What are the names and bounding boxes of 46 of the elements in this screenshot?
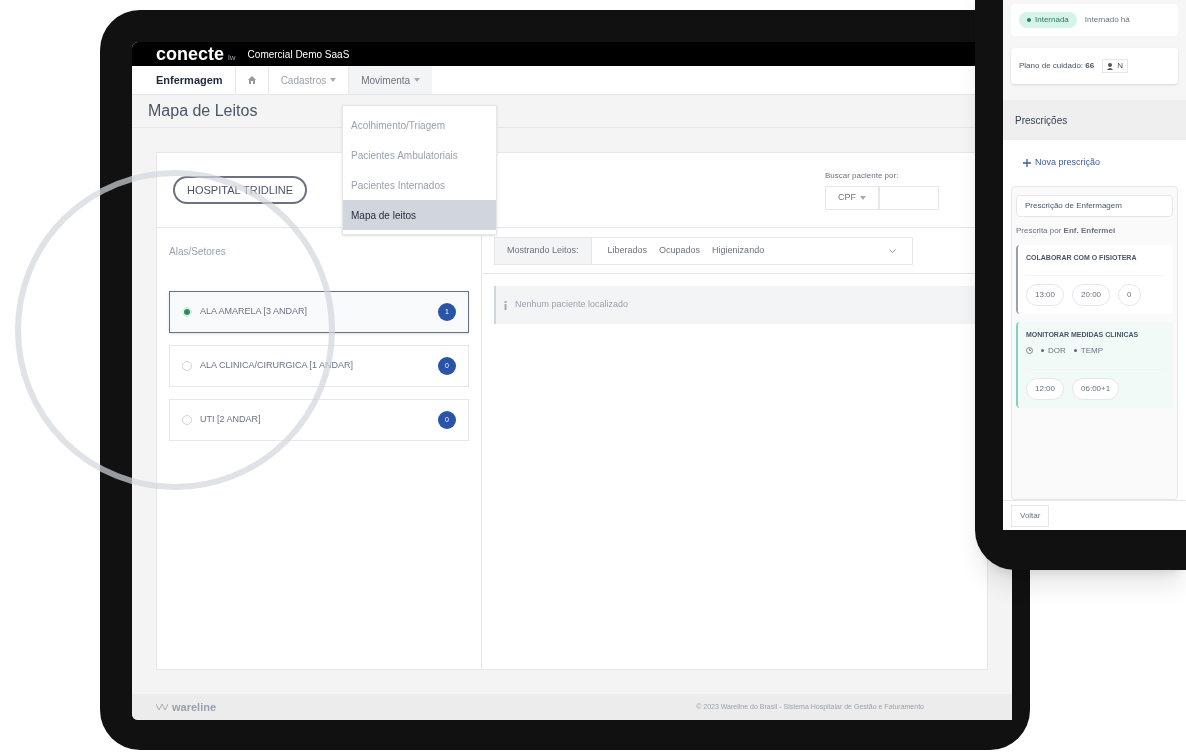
- time-chip[interactable]: 12:00: [1026, 377, 1065, 400]
- new-prescription-button[interactable]: Nova prescrição: [1023, 156, 1101, 170]
- plus-icon: [1023, 158, 1031, 167]
- time-chip[interactable]: 13:00: [1026, 284, 1065, 306]
- footer-logo: wareline: [172, 699, 217, 715]
- prescription-title: Prescrição de Enfermagem: [1016, 194, 1173, 217]
- module-title: Enfermagem: [155, 72, 224, 88]
- person-icon: [1107, 62, 1114, 70]
- bullet-icon: [1073, 349, 1077, 352]
- company-name: Comercial Demo SaaS: [247, 47, 350, 62]
- caret-icon: [414, 78, 421, 82]
- menu-item[interactable]: Pacientes Ambulatoriais: [343, 140, 496, 170]
- admission-text: Internado há: [1084, 14, 1130, 26]
- back-button[interactable]: Voltar: [1011, 504, 1050, 527]
- search-type-select[interactable]: CPF: [825, 186, 879, 210]
- app-logo: conecte: [156, 42, 225, 66]
- bullet-icon: [1041, 349, 1044, 352]
- section-title: Prescrições: [1015, 113, 1068, 128]
- caret-icon: [860, 196, 866, 200]
- caret-icon: [330, 78, 337, 82]
- menu-item[interactable]: Acolhimento/Triagem: [343, 110, 496, 140]
- radio-icon: [182, 307, 192, 317]
- menu-item[interactable]: Pacientes Internados: [343, 170, 496, 200]
- page-title: Mapa de Leitos: [148, 101, 258, 121]
- time-chip[interactable]: 20:00: [1072, 284, 1111, 306]
- info-message: Nenhum paciente localizado: [494, 286, 975, 324]
- measure-tag: DOR: [1048, 344, 1066, 357]
- logo-suffix: lw: [228, 51, 236, 64]
- search-label: Buscar paciente por:: [825, 170, 900, 182]
- person-button[interactable]: N: [1102, 59, 1128, 73]
- menu-item[interactable]: Mapa de leitos: [343, 200, 496, 230]
- info-icon: [504, 300, 507, 310]
- home-icon: [247, 76, 256, 84]
- nav-menu[interactable]: Movimenta: [348, 66, 433, 94]
- care-plan-text: Plano de cuidado: 66: [1019, 60, 1095, 72]
- section-title: Alas/Setores: [169, 245, 227, 259]
- clock-icon: [1026, 347, 1033, 354]
- time-chip[interactable]: 0: [1118, 284, 1141, 306]
- wave-icon: [156, 704, 168, 710]
- status-tag: Internada: [1019, 12, 1077, 28]
- prescriber-text: Prescrita por Enf. Enfermei: [1016, 224, 1117, 237]
- hospital-tag: HOSPITAL TRIDLINE: [173, 175, 308, 205]
- dot-icon: [1027, 18, 1031, 22]
- measure-tag: TEMP: [1080, 344, 1103, 357]
- search-field[interactable]: [879, 186, 939, 210]
- time-chip[interactable]: 06:00+1: [1072, 377, 1120, 400]
